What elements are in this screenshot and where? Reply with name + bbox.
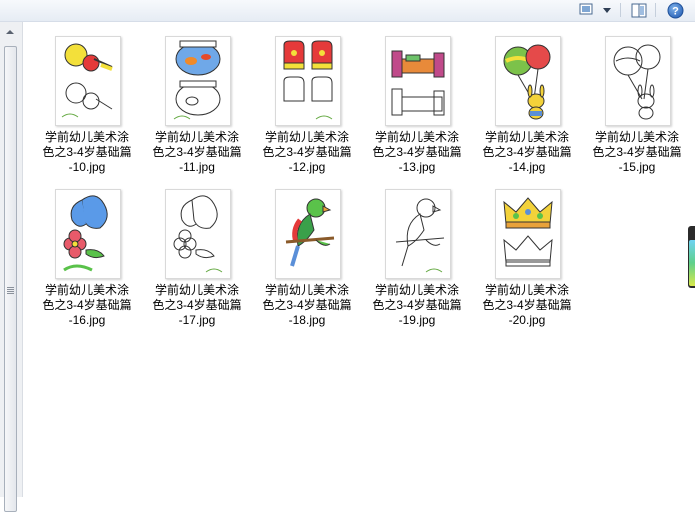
file-item[interactable]: 学前幼儿美术涂 色之3-4岁基础篇 -14.jpg xyxy=(472,22,582,174)
file-item[interactable]: 学前幼儿美术涂 色之3-4岁基础篇 -10.jpg xyxy=(32,22,142,174)
toolbar-separator xyxy=(620,3,621,17)
thumbnail-parrot-colored xyxy=(275,189,341,279)
file-item[interactable]: 学前幼儿美术涂 色之3-4岁基础篇 -19.jpg xyxy=(362,175,472,327)
help-icon: ? xyxy=(667,2,683,18)
edge-indicator xyxy=(688,226,695,288)
file-name-label: 学前幼儿美术涂 色之3-4岁基础篇 -20.jpg xyxy=(482,283,572,327)
thumbnail-balloons-colored xyxy=(495,36,561,126)
file-item[interactable]: 学前幼儿美术涂 色之3-4岁基础篇 -11.jpg xyxy=(142,22,252,174)
file-name-label: 学前幼儿美术涂 色之3-4岁基础篇 -19.jpg xyxy=(372,283,462,327)
file-item[interactable]: 学前幼儿美术涂 色之3-4岁基础篇 -18.jpg xyxy=(252,175,362,327)
svg-text:?: ? xyxy=(672,5,679,17)
preview-pane-icon xyxy=(631,3,647,17)
file-name-label: 学前幼儿美术涂 色之3-4岁基础篇 -11.jpg xyxy=(152,130,242,174)
file-name-label: 学前幼儿美术涂 色之3-4岁基础篇 -16.jpg xyxy=(42,283,132,327)
file-name-label: 学前幼儿美术涂 色之3-4岁基础篇 -13.jpg xyxy=(372,130,462,174)
file-name-label: 学前幼儿美术涂 色之3-4岁基础篇 -18.jpg xyxy=(262,283,352,327)
file-name-label: 学前幼儿美术涂 色之3-4岁基础篇 -14.jpg xyxy=(482,130,572,174)
help-button[interactable]: ? xyxy=(664,1,686,19)
scroll-up-arrow-icon[interactable] xyxy=(5,28,15,36)
file-name-label: 学前幼儿美术涂 色之3-4岁基础篇 -12.jpg xyxy=(262,130,352,174)
file-item[interactable]: 学前幼儿美术涂 色之3-4岁基础篇 -16.jpg xyxy=(32,175,142,327)
file-item[interactable]: 学前幼儿美术涂 色之3-4岁基础篇 -13.jpg xyxy=(362,22,472,174)
preview-pane-button[interactable] xyxy=(628,1,650,19)
change-view-button[interactable] xyxy=(575,1,615,19)
thumbnail-flower-colored xyxy=(55,189,121,279)
toolbar: ? xyxy=(0,0,695,22)
file-item[interactable]: 学前幼儿美术涂 色之3-4岁基础篇 -12.jpg xyxy=(252,22,362,174)
thumbnail-mittens xyxy=(275,36,341,126)
scrollbar-grip-icon xyxy=(7,287,14,295)
thumbnail-bed xyxy=(385,36,451,126)
views-icon xyxy=(579,3,592,15)
file-name-label: 学前幼儿美术涂 色之3-4岁基础篇 -17.jpg xyxy=(152,283,242,327)
scrollbar-thumb[interactable] xyxy=(4,46,17,512)
thumbnail-fishbowl xyxy=(165,36,231,126)
thumbnail-flower-outline xyxy=(165,189,231,279)
toolbar-separator xyxy=(655,3,656,17)
file-item[interactable]: 学前幼儿美术涂 色之3-4岁基础篇 -17.jpg xyxy=(142,175,252,327)
thumbnail-balloons-outline xyxy=(605,36,671,126)
thumbnail-rattle xyxy=(55,36,121,126)
file-name-label: 学前幼儿美术涂 色之3-4岁基础篇 -15.jpg xyxy=(592,130,682,174)
chevron-down-icon xyxy=(602,8,611,13)
file-name-label: 学前幼儿美术涂 色之3-4岁基础篇 -10.jpg xyxy=(42,130,132,174)
vertical-scrollbar[interactable] xyxy=(0,22,23,512)
file-item[interactable]: 学前幼儿美术涂 色之3-4岁基础篇 -20.jpg xyxy=(472,175,582,327)
thumbnail-parrot-outline xyxy=(385,189,451,279)
thumbnail-crowns xyxy=(495,189,561,279)
file-item[interactable]: 学前幼儿美术涂 色之3-4岁基础篇 -15.jpg xyxy=(582,22,692,174)
